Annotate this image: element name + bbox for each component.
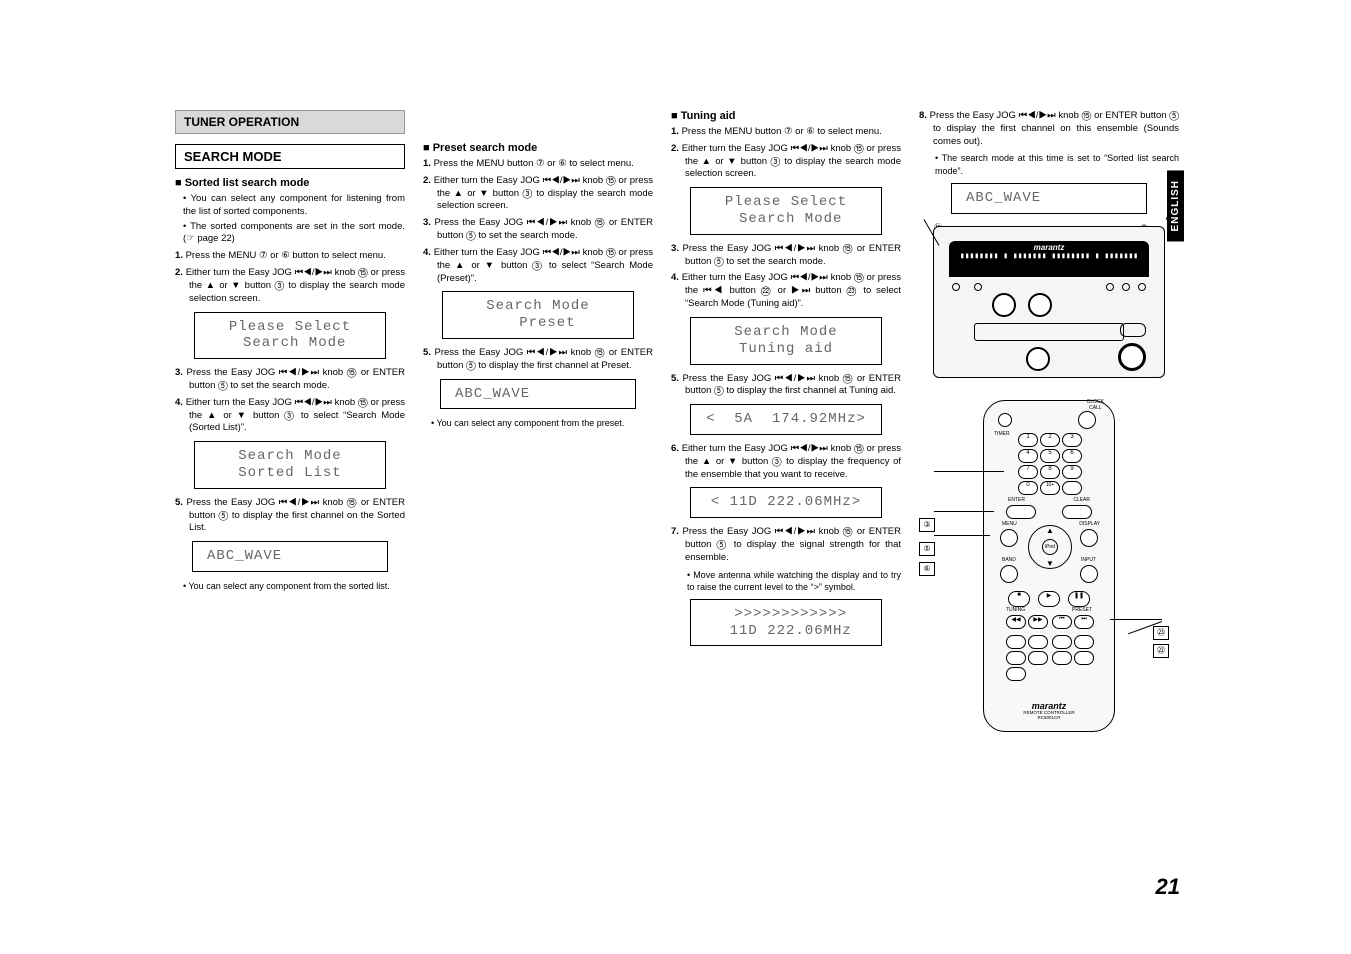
callout-5: ⑤ bbox=[919, 542, 935, 556]
step-text: Either turn the Easy JOG ⏮◀/▶⏭ knob ⑮ or… bbox=[682, 143, 901, 180]
lcd-display: >>>>>>>>>>>> 11D 222.06MHz bbox=[690, 599, 882, 647]
step-text: Either turn the Easy JOG ⏮◀/▶⏭ knob ⑮ or… bbox=[682, 272, 901, 309]
step-8: 8. Press the Easy JOG ⏮◀/▶⏭ knob ⑮ or EN… bbox=[919, 110, 1179, 148]
label-band: BAND bbox=[1002, 557, 1016, 563]
search-mode-box: SEARCH MODE bbox=[175, 144, 405, 169]
lcd-display: ABC_WAVE bbox=[951, 183, 1147, 214]
column-1: TUNER OPERATION SEARCH MODE Sorted list … bbox=[175, 110, 405, 732]
step-1: 1. Press the MENU ⑦ or ⑥ button to selec… bbox=[175, 250, 405, 263]
device-display-bars: ▮▮▮▮▮▮▮▮ ▮ ▮▮▮▮▮▮▮ ▮▮▮▮▮▮▮▮ ▮ ▮▮▮▮▮▮▮ bbox=[949, 252, 1149, 260]
step-7: 7. Press the Easy JOG ⏮◀/▶⏭ knob ⑮ or EN… bbox=[671, 526, 901, 564]
lcd-display: Search Mode Preset bbox=[442, 291, 634, 339]
step-1: 1. Press the MENU button ⑦ or ⑥ to selec… bbox=[671, 126, 901, 139]
step-text: Press the Easy JOG ⏮◀/▶⏭ knob ⑮ or ENTER… bbox=[682, 373, 901, 397]
callout-22: ㉒ bbox=[1153, 644, 1169, 658]
label-clock: CLOCK CALL bbox=[1087, 399, 1104, 411]
label-ipod: iPod bbox=[1042, 539, 1058, 555]
note-text: Move antenna while watching the display … bbox=[687, 569, 901, 593]
step-text: Either turn the Easy JOG ⏮◀/▶⏭ knob ⑮ or… bbox=[186, 397, 405, 434]
remote-illustration: CLOCK CALL TIMER 1 2 3 4 5 6 7 8 9 0 10+ bbox=[983, 400, 1115, 732]
column-4: 8. Press the Easy JOG ⏮◀/▶⏭ knob ⑮ or EN… bbox=[919, 110, 1179, 732]
subhead-sorted-list: Sorted list search mode bbox=[175, 177, 405, 189]
step-text: Press the Easy JOG ⏮◀/▶⏭ knob ⑮ or ENTER… bbox=[930, 110, 1179, 147]
step-3: 3. Press the Easy JOG ⏮◀/▶⏭ knob ⑮ or EN… bbox=[671, 243, 901, 269]
label-input: INPUT bbox=[1081, 557, 1096, 563]
page-number: 21 bbox=[1156, 874, 1180, 900]
step-text: Press the Easy JOG ⏮◀/▶⏭ knob ⑮ or ENTER… bbox=[186, 497, 405, 534]
lcd-display: Please Select Search Mode bbox=[194, 312, 386, 360]
step-6: 6. Either turn the Easy JOG ⏮◀/▶⏭ knob ⑮… bbox=[671, 443, 901, 481]
bullet-text: The sorted components are set in the sor… bbox=[183, 221, 405, 247]
column-3: Tuning aid 1. Press the MENU button ⑦ or… bbox=[671, 110, 901, 732]
step-text: Press the MENU button ⑦ or ⑥ to select m… bbox=[434, 158, 634, 169]
label-tuning: TUNING bbox=[1006, 607, 1025, 613]
lcd-display: Search Mode Tuning aid bbox=[690, 317, 882, 365]
lcd-display: Please Select Search Mode bbox=[690, 187, 882, 235]
lcd-display: Search Mode Sorted List bbox=[194, 441, 386, 489]
step-text: Press the MENU ⑦ or ⑥ button to select m… bbox=[186, 250, 386, 261]
lcd-display: < 5A 174.92MHz> bbox=[690, 404, 882, 435]
lcd-display: ABC_WAVE bbox=[192, 541, 388, 572]
step-text: Either turn the Easy JOG ⏮◀/▶⏭ knob ⑮ or… bbox=[682, 443, 901, 480]
bullet-text: You can select any component for listeni… bbox=[183, 193, 405, 219]
step-text: Press the Easy JOG ⏮◀/▶⏭ knob ⑮ or ENTER… bbox=[682, 526, 901, 563]
step-text: Either turn the Easy JOG ⏮◀/▶⏭ knob ⑮ or… bbox=[186, 267, 405, 304]
note-text: The search mode at this time is set to “… bbox=[935, 152, 1179, 176]
language-tab: ENGLISH bbox=[1167, 170, 1184, 241]
step-4: 4. Either turn the Easy JOG ⏮◀/▶⏭ knob ⑮… bbox=[671, 272, 901, 310]
step-text: Press the MENU button ⑦ or ⑥ to select m… bbox=[682, 126, 882, 137]
callout-6: ⑥ bbox=[919, 562, 935, 576]
remote-model: REMOTE CONTROLLER RC6001CR bbox=[984, 711, 1114, 721]
step-2: 2. Either turn the Easy JOG ⏮◀/▶⏭ knob ⑮… bbox=[175, 267, 405, 305]
callout-23: ㉓ bbox=[1153, 626, 1169, 640]
step-text: Press the Easy JOG ⏮◀/▶⏭ knob ⑮ or ENTER… bbox=[434, 347, 653, 371]
label-menu: MENU bbox=[1002, 521, 1017, 527]
page-container: TUNER OPERATION SEARCH MODE Sorted list … bbox=[175, 110, 1190, 890]
lcd-display: ABC_WAVE bbox=[440, 379, 636, 410]
step-5: 5. Press the Easy JOG ⏮◀/▶⏭ knob ⑮ or EN… bbox=[423, 347, 653, 373]
note-text: You can select any component from the pr… bbox=[431, 417, 653, 429]
step-4: 4. Either turn the Easy JOG ⏮◀/▶⏭ knob ⑮… bbox=[423, 247, 653, 285]
label-preset: PRESET bbox=[1072, 607, 1092, 613]
step-2: 2. Either turn the Easy JOG ⏮◀/▶⏭ knob ⑮… bbox=[671, 143, 901, 181]
subhead-preset: Preset search mode bbox=[423, 142, 653, 154]
step-text: Press the Easy JOG ⏮◀/▶⏭ knob ⑮ or ENTER… bbox=[186, 367, 405, 391]
label-display: DISPLAY bbox=[1079, 521, 1100, 527]
step-1: 1. Press the MENU button ⑦ or ⑥ to selec… bbox=[423, 158, 653, 171]
step-3: 3. Press the Easy JOG ⏮◀/▶⏭ knob ⑮ or EN… bbox=[423, 217, 653, 243]
step-3: 3. Press the Easy JOG ⏮◀/▶⏭ knob ⑮ or EN… bbox=[175, 367, 405, 393]
step-text: Either turn the Easy JOG ⏮◀/▶⏭ knob ⑮ or… bbox=[434, 247, 653, 284]
step-text: Either turn the Easy JOG ⏮◀/▶⏭ knob ⑮ or… bbox=[434, 175, 653, 212]
step-5: 5. Press the Easy JOG ⏮◀/▶⏭ knob ⑮ or EN… bbox=[175, 497, 405, 535]
step-5: 5. Press the Easy JOG ⏮◀/▶⏭ knob ⑮ or EN… bbox=[671, 373, 901, 399]
note-text: You can select any component from the so… bbox=[183, 580, 405, 592]
callout-3: ③ bbox=[919, 518, 935, 532]
section-bar: TUNER OPERATION bbox=[175, 110, 405, 134]
device-illustration: marantz ▮▮▮▮▮▮▮▮ ▮ ▮▮▮▮▮▮▮ ▮▮▮▮▮▮▮▮ ▮ ▮▮… bbox=[933, 226, 1165, 378]
label-enter: ENTER bbox=[1008, 497, 1025, 503]
step-text: Press the Easy JOG ⏮◀/▶⏭ knob ⑮ or ENTER… bbox=[682, 243, 901, 267]
label-timer: TIMER bbox=[994, 431, 1010, 437]
column-2: Preset search mode 1. Press the MENU but… bbox=[423, 110, 653, 732]
lcd-display: < 11D 222.06MHz> bbox=[690, 487, 882, 518]
subhead-tuning-aid: Tuning aid bbox=[671, 110, 901, 122]
step-text: Press the Easy JOG ⏮◀/▶⏭ knob ⑮ or ENTER… bbox=[434, 217, 653, 241]
step-2: 2. Either turn the Easy JOG ⏮◀/▶⏭ knob ⑮… bbox=[423, 175, 653, 213]
label-clear: CLEAR bbox=[1073, 497, 1090, 503]
step-4: 4. Either turn the Easy JOG ⏮◀/▶⏭ knob ⑮… bbox=[175, 397, 405, 435]
